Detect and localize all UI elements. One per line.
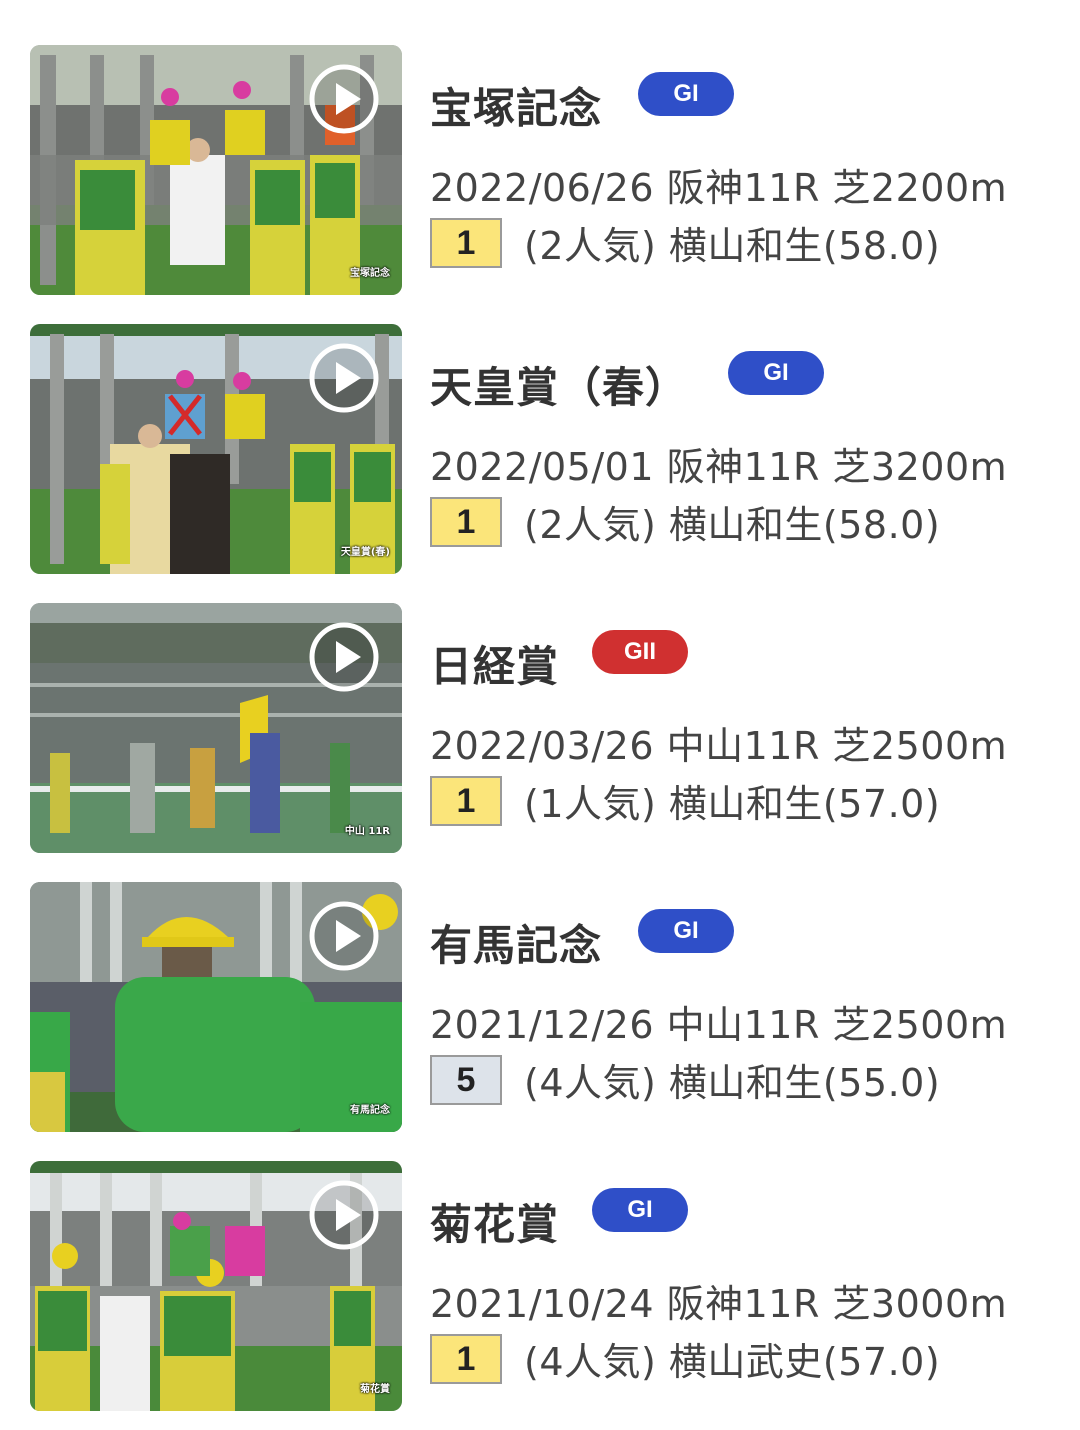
race-title: 菊花賞: [430, 1200, 560, 1249]
race-row[interactable]: 天皇賞(春) 天皇賞（春） GI 2022/05/01 阪神11R 芝3200m…: [30, 324, 1060, 574]
grade-badge: GI: [728, 351, 824, 395]
grade-badge: GII: [592, 630, 688, 674]
race-info: 2022/03/26 中山11R 芝2500m: [430, 724, 1008, 768]
race-title: 天皇賞（春）: [430, 363, 689, 412]
race-result-detail: (1人気) 横山和生(57.0): [524, 782, 941, 826]
race-result-detail: (4人気) 横山和生(55.0): [524, 1061, 941, 1105]
finish-position-badge: 5: [430, 1055, 502, 1105]
thumbnail-caption: 有馬記念: [350, 1105, 390, 1116]
finish-position-badge: 1: [430, 497, 502, 547]
race-title: 宝塚記念: [430, 84, 603, 133]
race-info: 2022/06/26 阪神11R 芝2200m: [430, 166, 1008, 210]
race-result-detail: (2人気) 横山和生(58.0): [524, 224, 941, 268]
finish-position-badge: 1: [430, 1334, 502, 1384]
play-icon[interactable]: [308, 1179, 380, 1251]
thumbnail-caption: 天皇賞(春): [340, 547, 390, 558]
race-video-thumbnail[interactable]: 宝塚記念: [30, 45, 402, 295]
race-row[interactable]: 中山 11R 日経賞 GII 2022/03/26 中山11R 芝2500m 1…: [30, 603, 1060, 853]
race-info: 2021/12/26 中山11R 芝2500m: [430, 1003, 1008, 1047]
finish-position-badge: 1: [430, 776, 502, 826]
grade-badge: GI: [638, 909, 734, 953]
race-info: 2022/05/01 阪神11R 芝3200m: [430, 445, 1008, 489]
race-results-list: 宝塚記念 宝塚記念 GI 2022/06/26 阪神11R 芝2200m 1 (…: [0, 0, 1080, 1430]
grade-badge: GI: [592, 1188, 688, 1232]
play-icon[interactable]: [308, 342, 380, 414]
race-row[interactable]: 菊花賞 菊花賞 GI 2021/10/24 阪神11R 芝3000m 1 (4人…: [30, 1161, 1060, 1411]
race-video-thumbnail[interactable]: 中山 11R: [30, 603, 402, 853]
thumbnail-caption: 中山 11R: [344, 826, 390, 837]
race-row[interactable]: 有馬記念 有馬記念 GI 2021/12/26 中山11R 芝2500m 5 (…: [30, 882, 1060, 1132]
race-result-detail: (4人気) 横山武史(57.0): [524, 1340, 941, 1384]
play-icon[interactable]: [308, 621, 380, 693]
play-icon[interactable]: [308, 900, 380, 972]
race-title: 日経賞: [430, 642, 560, 691]
thumbnail-caption: 菊花賞: [360, 1384, 390, 1395]
thumbnail-caption: 宝塚記念: [350, 268, 390, 279]
race-video-thumbnail[interactable]: 有馬記念: [30, 882, 402, 1132]
race-video-thumbnail[interactable]: 菊花賞: [30, 1161, 402, 1411]
grade-badge: GI: [638, 72, 734, 116]
race-video-thumbnail[interactable]: 天皇賞(春): [30, 324, 402, 574]
race-result-detail: (2人気) 横山和生(58.0): [524, 503, 941, 547]
race-row[interactable]: 宝塚記念 宝塚記念 GI 2022/06/26 阪神11R 芝2200m 1 (…: [30, 45, 1060, 295]
race-info: 2021/10/24 阪神11R 芝3000m: [430, 1282, 1008, 1326]
race-title: 有馬記念: [430, 921, 603, 970]
play-icon[interactable]: [308, 63, 380, 135]
finish-position-badge: 1: [430, 218, 502, 268]
